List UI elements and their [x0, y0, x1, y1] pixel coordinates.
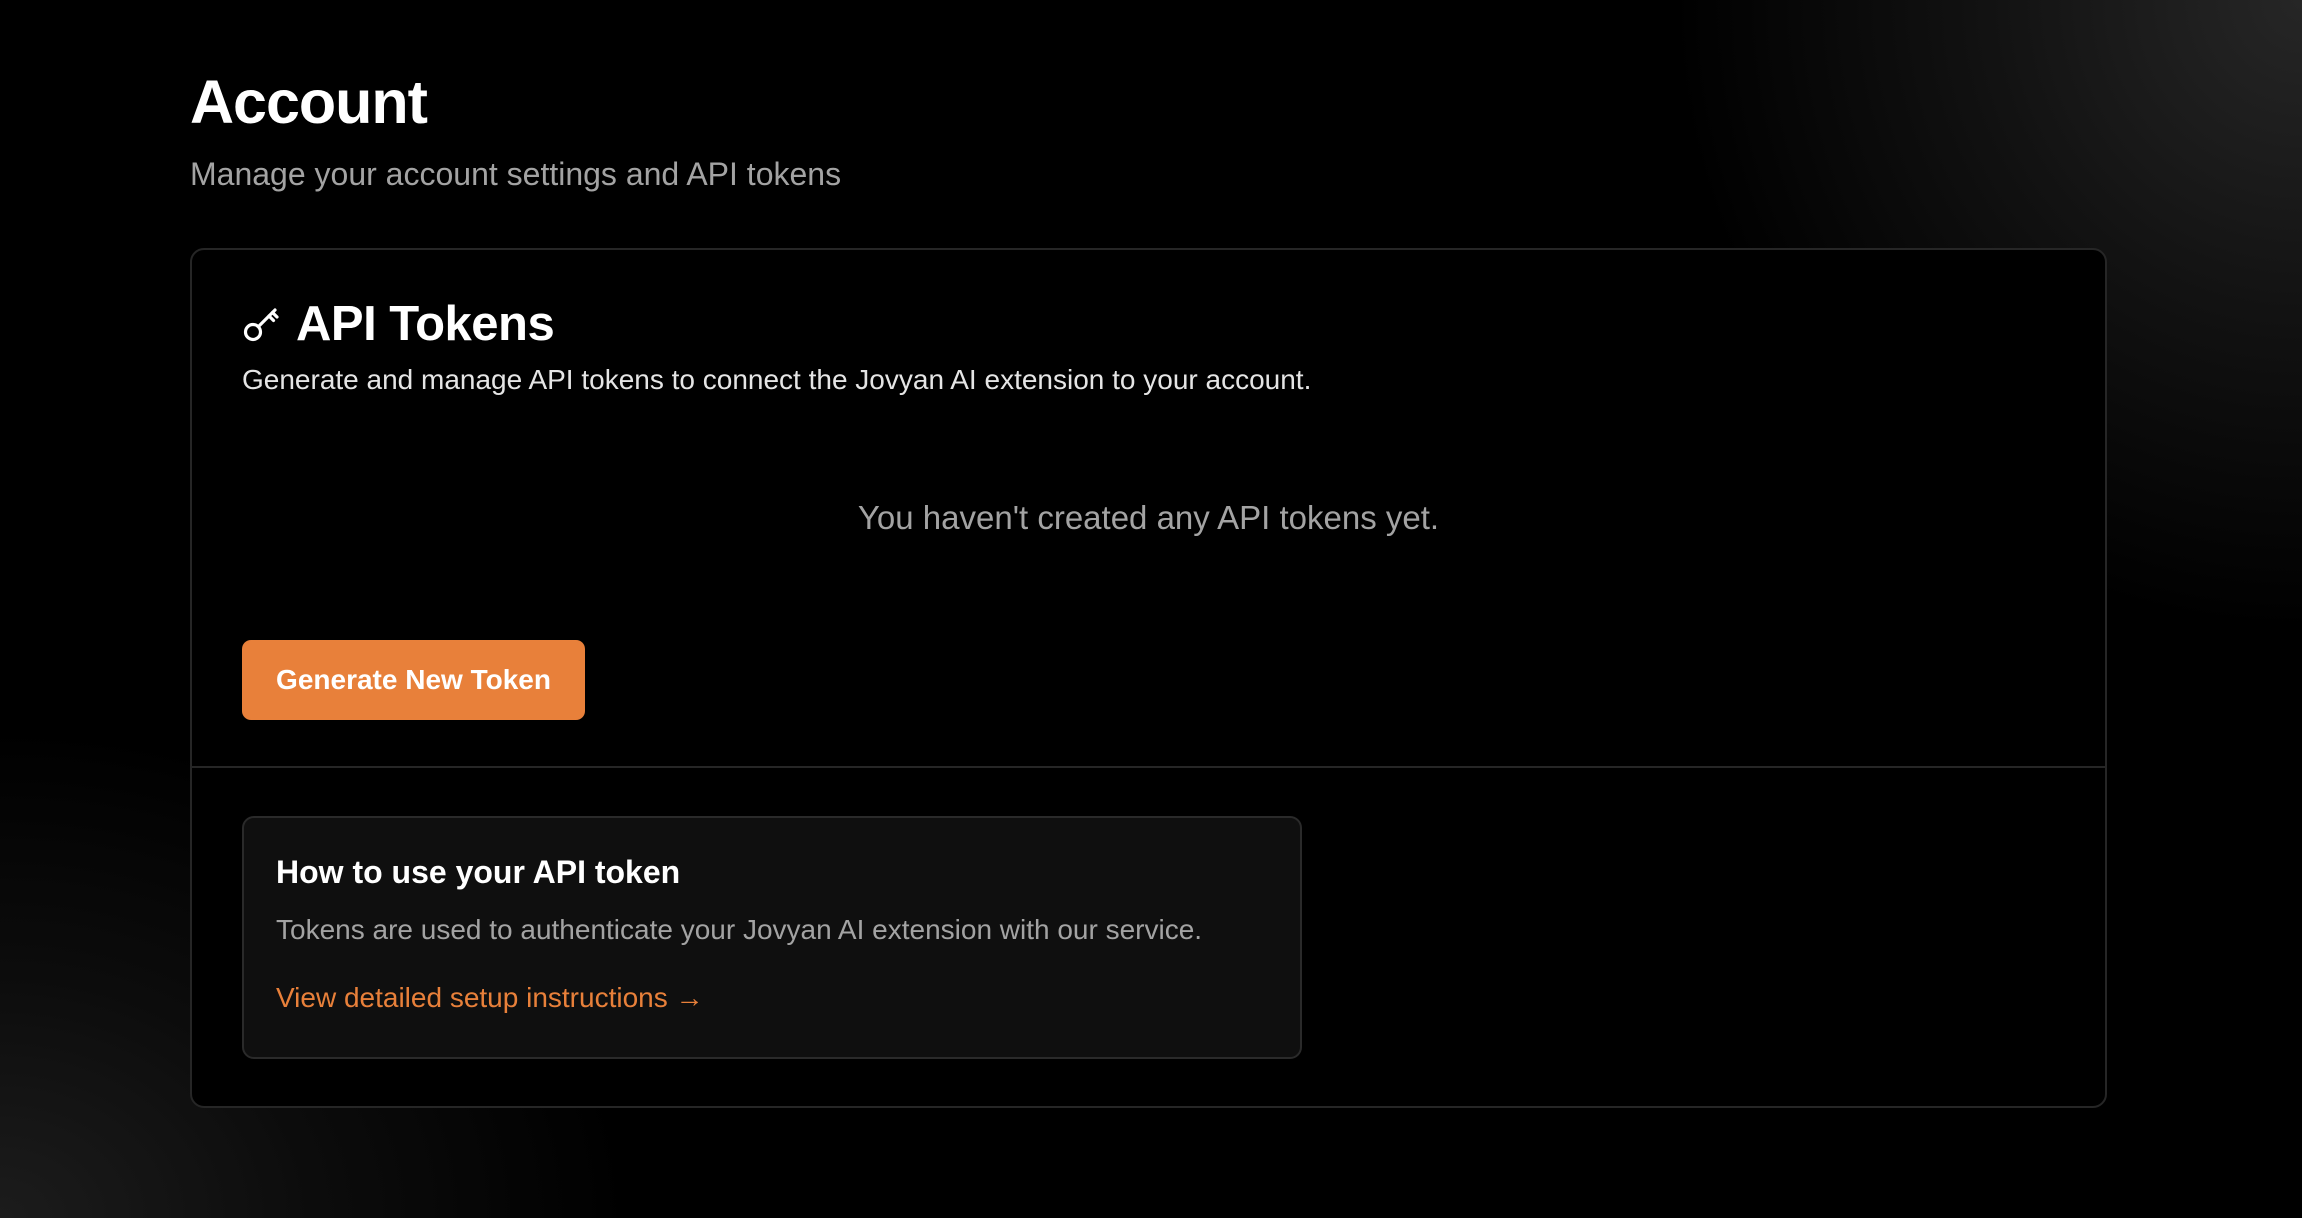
card-divider: [192, 766, 2105, 768]
key-icon: [242, 304, 282, 344]
page-subtitle: Manage your account settings and API tok…: [190, 156, 842, 192]
page-header: Account Manage your account settings and…: [190, 62, 841, 194]
setup-instructions-link[interactable]: View detailed setup instructions →: [276, 980, 704, 1016]
page-title: Account: [190, 68, 428, 136]
how-to-use-title: How to use your API token: [276, 854, 681, 890]
empty-tokens-message: You haven't created any API tokens yet.: [857, 499, 1440, 536]
api-tokens-title-row: API Tokens: [242, 294, 1311, 354]
api-tokens-card: API Tokens Generate and manage API token…: [190, 248, 2107, 1108]
api-tokens-title: API Tokens: [296, 297, 555, 351]
api-tokens-header: API Tokens Generate and manage API token…: [242, 294, 1311, 398]
api-tokens-description: Generate and manage API tokens to connec…: [242, 364, 1312, 395]
how-to-use-text: Tokens are used to authenticate your Jov…: [276, 914, 1203, 945]
generate-new-token-button[interactable]: Generate New Token: [242, 640, 585, 720]
how-to-use-panel: How to use your API token Tokens are use…: [242, 816, 1302, 1059]
